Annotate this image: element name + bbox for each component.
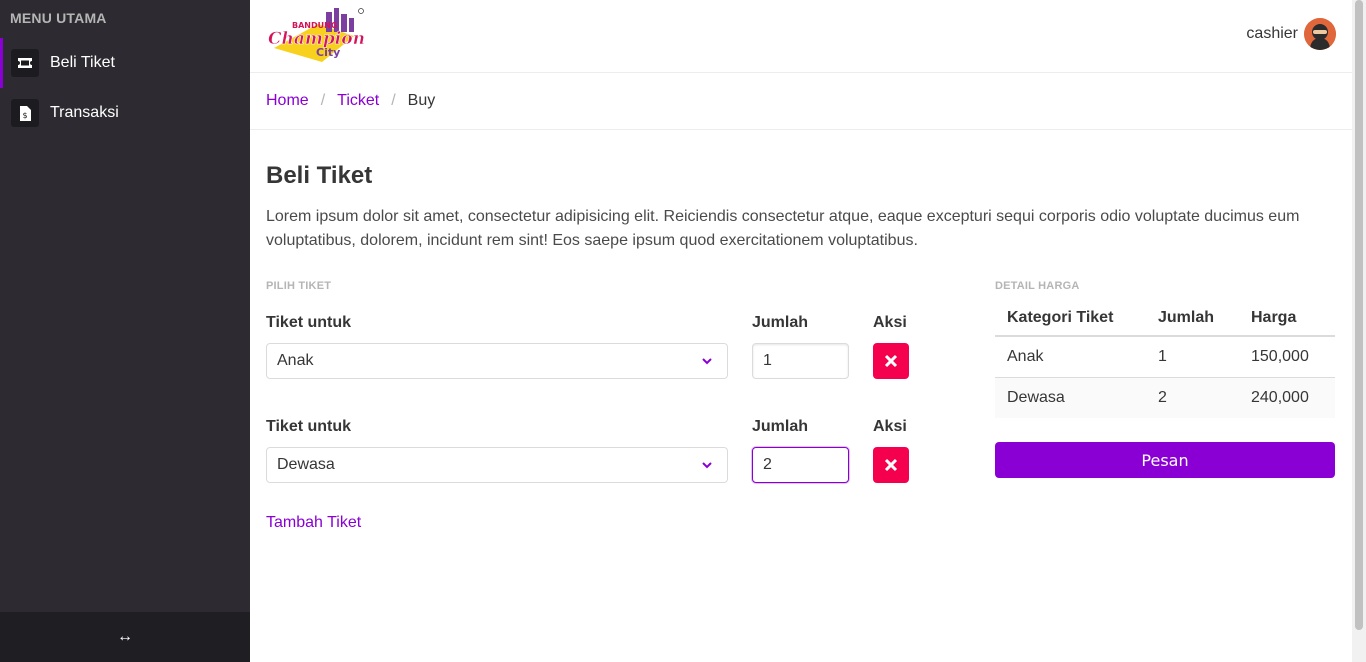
price-detail-table: Kategori Tiket Jumlah Harga Anak 1 150,0…: [995, 300, 1335, 418]
quantity-input[interactable]: [752, 447, 849, 483]
close-icon: [884, 458, 898, 472]
expand-arrows-icon: ↔: [117, 628, 133, 645]
ticket-type-value: Dewasa: [277, 456, 335, 473]
table-row: Anak 1 150,000: [995, 336, 1335, 378]
table-cell: 1: [1146, 336, 1239, 378]
page-title: Beli Tiket: [266, 162, 373, 189]
avatar: [1304, 18, 1336, 50]
order-button[interactable]: Pesan: [995, 442, 1335, 478]
column-header: Kategori Tiket: [995, 300, 1146, 337]
action-label: Aksi: [873, 314, 907, 331]
quantity-input[interactable]: [752, 343, 849, 379]
table-row: Dewasa 2 240,000: [995, 377, 1335, 418]
breadcrumb-home-link[interactable]: Home: [266, 92, 309, 110]
price-detail-section-label: DETAIL HARGA: [995, 280, 1080, 292]
column-header: Jumlah: [1146, 300, 1239, 337]
sidebar-item-transaksi[interactable]: $ Transaksi: [0, 88, 250, 138]
sidebar-item-label: Transaksi: [50, 104, 119, 121]
add-ticket-link[interactable]: Tambah Tiket: [266, 514, 361, 532]
page-scrollbar[interactable]: [1352, 0, 1366, 662]
ticket-for-label: Tiket untuk: [266, 418, 352, 435]
column-header: Harga: [1239, 300, 1335, 337]
breadcrumb-separator: /: [391, 92, 396, 109]
ticket-type-select[interactable]: Anak: [266, 343, 728, 379]
page-description: Lorem ipsum dolor sit amet, consectetur …: [266, 208, 1300, 249]
table-cell: 2: [1146, 377, 1239, 418]
breadcrumb-separator: /: [320, 92, 326, 109]
svg-text:City: City: [316, 46, 340, 59]
table-cell: 150,000: [1239, 336, 1335, 378]
ticket-type-select[interactable]: Dewasa: [266, 447, 728, 483]
user-menu[interactable]: cashier: [1246, 18, 1336, 50]
top-navbar: BANDUNG Champion City cashier: [250, 0, 1352, 73]
svg-text:$: $: [22, 111, 27, 120]
ticket-type-value: Anak: [277, 352, 314, 369]
ticket-icon: [11, 49, 39, 77]
invoice-icon: $: [11, 99, 39, 127]
table-cell: Anak: [995, 336, 1146, 378]
sidebar-menu-label: MENU UTAMA: [10, 10, 107, 26]
table-header-row: Kategori Tiket Jumlah Harga: [995, 300, 1335, 337]
breadcrumb-ticket-link[interactable]: Ticket: [337, 92, 379, 110]
scrollbar-thumb[interactable]: [1355, 0, 1363, 630]
close-icon: [884, 354, 898, 368]
brand-logo[interactable]: BANDUNG Champion City: [266, 6, 366, 64]
breadcrumb: Home / Ticket / Buy: [250, 73, 1352, 130]
remove-ticket-button[interactable]: [873, 343, 909, 379]
breadcrumb-current: Buy: [407, 92, 436, 109]
table-cell: 240,000: [1239, 377, 1335, 418]
sidebar-item-label: Beli Tiket: [50, 54, 115, 71]
sidebar: MENU UTAMA Beli Tiket $ Transaksi ↔: [0, 0, 250, 662]
quantity-label: Jumlah: [752, 418, 809, 435]
sidebar-toggle-button[interactable]: ↔: [0, 612, 250, 662]
chevron-down-icon: [701, 354, 713, 372]
select-ticket-section-label: PILIH TIKET: [266, 280, 332, 292]
table-cell: Dewasa: [995, 377, 1146, 418]
sidebar-item-beli-tiket[interactable]: Beli Tiket: [0, 38, 250, 88]
remove-ticket-button[interactable]: [873, 447, 909, 483]
action-label: Aksi: [873, 418, 907, 435]
chevron-down-icon: [701, 458, 713, 476]
username: cashier: [1246, 25, 1298, 42]
quantity-label: Jumlah: [752, 314, 809, 331]
ticket-for-label: Tiket untuk: [266, 314, 352, 331]
